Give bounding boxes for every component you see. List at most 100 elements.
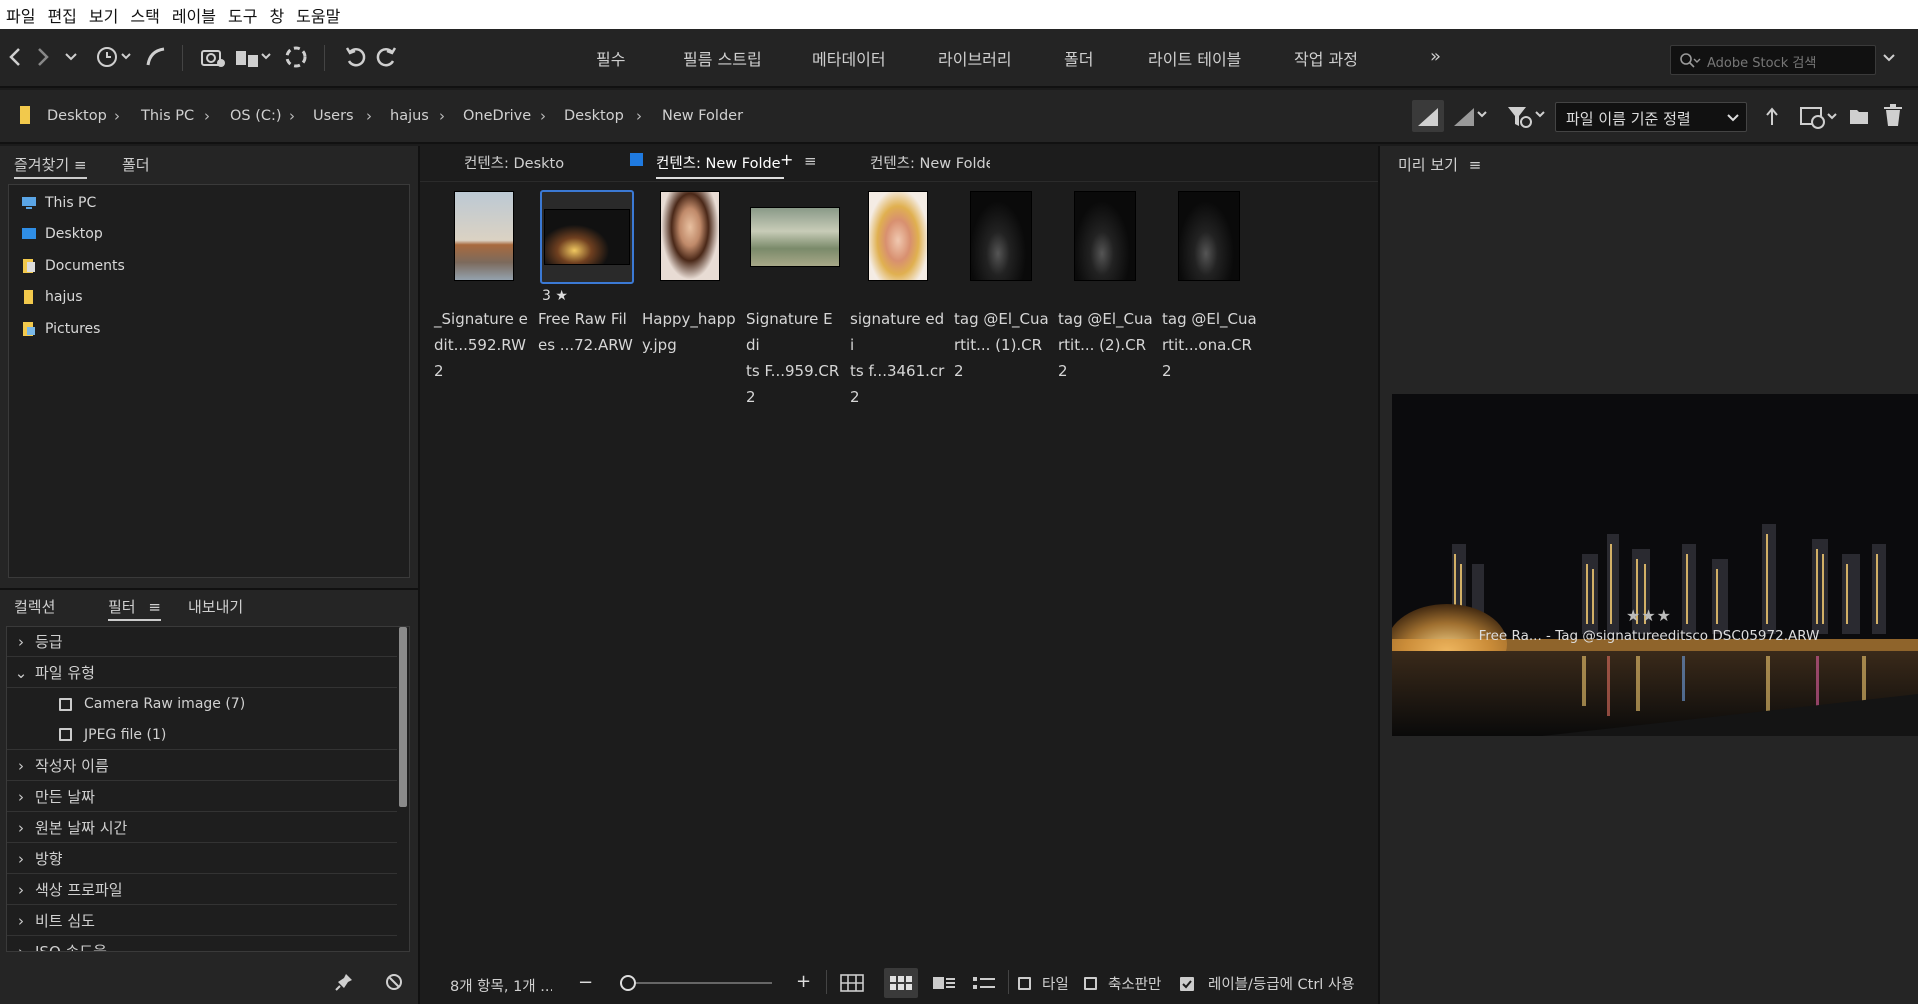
thumbnail-image[interactable] bbox=[454, 191, 514, 281]
menu-view[interactable]: 보기 bbox=[89, 3, 118, 27]
filter-iso[interactable]: › ISO 속도율 bbox=[7, 937, 397, 952]
sort-by-rating-icon[interactable] bbox=[1450, 100, 1490, 132]
thumbnail-image[interactable] bbox=[970, 191, 1032, 281]
tile-checkbox[interactable] bbox=[1018, 977, 1031, 990]
checkbox[interactable] bbox=[59, 728, 72, 741]
chevron-down-icon[interactable] bbox=[1882, 51, 1896, 65]
tab-favorites[interactable]: 즐겨찾기 ≡ bbox=[14, 154, 87, 179]
menu-file[interactable]: 파일 bbox=[6, 3, 35, 27]
list-view-icon[interactable] bbox=[972, 974, 996, 992]
chevron-right-icon[interactable]: › bbox=[204, 107, 210, 125]
chevron-right-icon[interactable]: › bbox=[289, 107, 295, 125]
filter-color-profile[interactable]: › 색상 프로파일 bbox=[7, 875, 397, 905]
breadcrumb-os-c[interactable]: OS (C:) bbox=[230, 108, 282, 124]
boomerang-icon[interactable] bbox=[144, 43, 168, 71]
workspace-essentials[interactable]: 필수 bbox=[596, 46, 625, 70]
workspace-library[interactable]: 라이브러리 bbox=[938, 46, 1012, 70]
menu-help[interactable]: 도움말 bbox=[296, 3, 340, 27]
breadcrumb-new-folder[interactable]: New Folder bbox=[662, 108, 743, 124]
zoom-out-icon[interactable]: − bbox=[578, 972, 593, 993]
panel-divider[interactable] bbox=[0, 588, 418, 590]
labels-checkbox[interactable] bbox=[1180, 977, 1194, 991]
thumbnail-image[interactable] bbox=[544, 209, 630, 265]
thumbnail-view-icon[interactable] bbox=[884, 968, 918, 998]
pin-icon[interactable] bbox=[334, 972, 354, 992]
tab-content-new-folder-active[interactable]: 컨텐츠: New Folde bbox=[656, 152, 784, 179]
filter-file-type[interactable]: ⌄ 파일 유형 bbox=[7, 658, 397, 688]
filter-bit-depth[interactable]: › 비트 심도 bbox=[7, 906, 397, 936]
add-tab-icon[interactable]: + bbox=[780, 150, 793, 169]
panel-divider[interactable] bbox=[1378, 146, 1380, 1004]
chevron-right-icon[interactable]: › bbox=[439, 107, 445, 125]
tab-folders[interactable]: 폴더 bbox=[122, 154, 150, 175]
panel-menu-icon[interactable]: ≡ bbox=[148, 598, 161, 616]
quality-icon[interactable] bbox=[1412, 100, 1444, 132]
panel-divider[interactable] bbox=[418, 146, 420, 1004]
search-input[interactable]: Adobe Stock 검색 bbox=[1670, 45, 1876, 75]
workspace-filmstrip[interactable]: 필름 스트립 bbox=[683, 46, 762, 70]
menu-window[interactable]: 창 bbox=[269, 3, 284, 27]
grid-lock-icon[interactable] bbox=[840, 974, 864, 992]
more-workspaces-icon[interactable]: » bbox=[1430, 46, 1441, 67]
chevron-right-icon[interactable]: › bbox=[540, 107, 546, 125]
chevron-right-icon[interactable]: › bbox=[114, 107, 120, 125]
workspace-metadata[interactable]: 메타데이터 bbox=[812, 46, 886, 70]
zoom-in-icon[interactable]: + bbox=[796, 971, 811, 992]
tab-preview[interactable]: 미리 보기 ≡ bbox=[1398, 154, 1481, 175]
filter-rating[interactable]: › 등급 bbox=[7, 627, 397, 657]
favorite-pictures[interactable]: Pictures bbox=[21, 321, 100, 337]
sort-dropdown[interactable]: 파일 이름 기준 정렬 bbox=[1555, 102, 1747, 132]
panel-menu-icon[interactable]: ≡ bbox=[804, 152, 817, 170]
filter-camera-raw[interactable]: Camera Raw image (7) bbox=[7, 689, 397, 719]
back-arrow-icon[interactable] bbox=[6, 43, 24, 71]
chevron-down-icon[interactable] bbox=[64, 43, 78, 71]
favorite-documents[interactable]: Documents bbox=[21, 258, 125, 274]
thumbnail-image[interactable] bbox=[1178, 191, 1240, 281]
filter-jpeg[interactable]: JPEG file (1) bbox=[7, 720, 397, 750]
chevron-right-icon[interactable]: › bbox=[636, 107, 642, 125]
camera-download-icon[interactable] bbox=[200, 43, 226, 71]
zoom-slider-handle[interactable] bbox=[620, 975, 636, 991]
checkbox[interactable] bbox=[59, 697, 72, 711]
recent-history-icon[interactable] bbox=[94, 43, 134, 71]
breadcrumb-desktop[interactable]: Desktop bbox=[47, 108, 107, 124]
breadcrumb-hajus[interactable]: hajus bbox=[390, 108, 429, 124]
tab-content-new-folder[interactable]: 컨텐츠: New Folde bbox=[870, 152, 990, 173]
breadcrumb-desktop-2[interactable]: Desktop bbox=[564, 108, 624, 124]
menu-tools[interactable]: 도구 bbox=[228, 3, 257, 27]
camera-raw-icon[interactable] bbox=[284, 43, 308, 71]
compact-checkbox[interactable] bbox=[1084, 977, 1097, 990]
panel-menu-icon[interactable]: ≡ bbox=[1469, 156, 1482, 174]
tab-collections[interactable]: 컬렉션 bbox=[14, 596, 55, 617]
forward-arrow-icon[interactable] bbox=[34, 43, 52, 71]
menu-label[interactable]: 레이블 bbox=[172, 3, 216, 27]
filter-date-created[interactable]: › 만든 날짜 bbox=[7, 782, 397, 812]
new-folder-icon[interactable] bbox=[1848, 104, 1870, 128]
workspace-light-table[interactable]: 라이트 테이블 bbox=[1148, 46, 1241, 70]
favorite-this-pc[interactable]: This PC bbox=[21, 195, 96, 211]
filter-date-original[interactable]: › 원본 날짜 시간 bbox=[7, 813, 397, 843]
thumbnail-image[interactable] bbox=[750, 207, 840, 267]
favorite-desktop[interactable]: Desktop bbox=[21, 226, 103, 242]
scrollbar[interactable] bbox=[399, 627, 407, 807]
panel-menu-icon[interactable]: ≡ bbox=[74, 156, 87, 174]
zoom-slider[interactable] bbox=[620, 982, 772, 984]
delete-icon[interactable] bbox=[1882, 103, 1904, 129]
filter-icon[interactable] bbox=[1504, 100, 1548, 132]
refine-icon[interactable] bbox=[234, 43, 274, 71]
thumbnail-image[interactable] bbox=[868, 191, 928, 281]
thumbnail-image[interactable] bbox=[660, 191, 720, 281]
breadcrumb-this-pc[interactable]: This PC bbox=[141, 108, 194, 124]
rotate-right-icon[interactable] bbox=[374, 43, 398, 71]
sort-ascending-icon[interactable] bbox=[1764, 105, 1780, 129]
tab-content-desktop[interactable]: 컨텐츠: Desktop bbox=[464, 152, 564, 173]
recent-files-icon[interactable] bbox=[1798, 102, 1840, 132]
rotate-left-icon[interactable] bbox=[344, 43, 368, 71]
filter-orientation[interactable]: › 방향 bbox=[7, 844, 397, 874]
workspace-folders[interactable]: 폴더 bbox=[1064, 46, 1093, 70]
menu-edit[interactable]: 편집 bbox=[47, 3, 76, 27]
favorite-hajus[interactable]: hajus bbox=[21, 289, 83, 305]
clear-filter-icon[interactable] bbox=[384, 972, 404, 992]
breadcrumb-users[interactable]: Users bbox=[313, 108, 354, 124]
tab-export[interactable]: 내보내기 bbox=[188, 596, 243, 617]
